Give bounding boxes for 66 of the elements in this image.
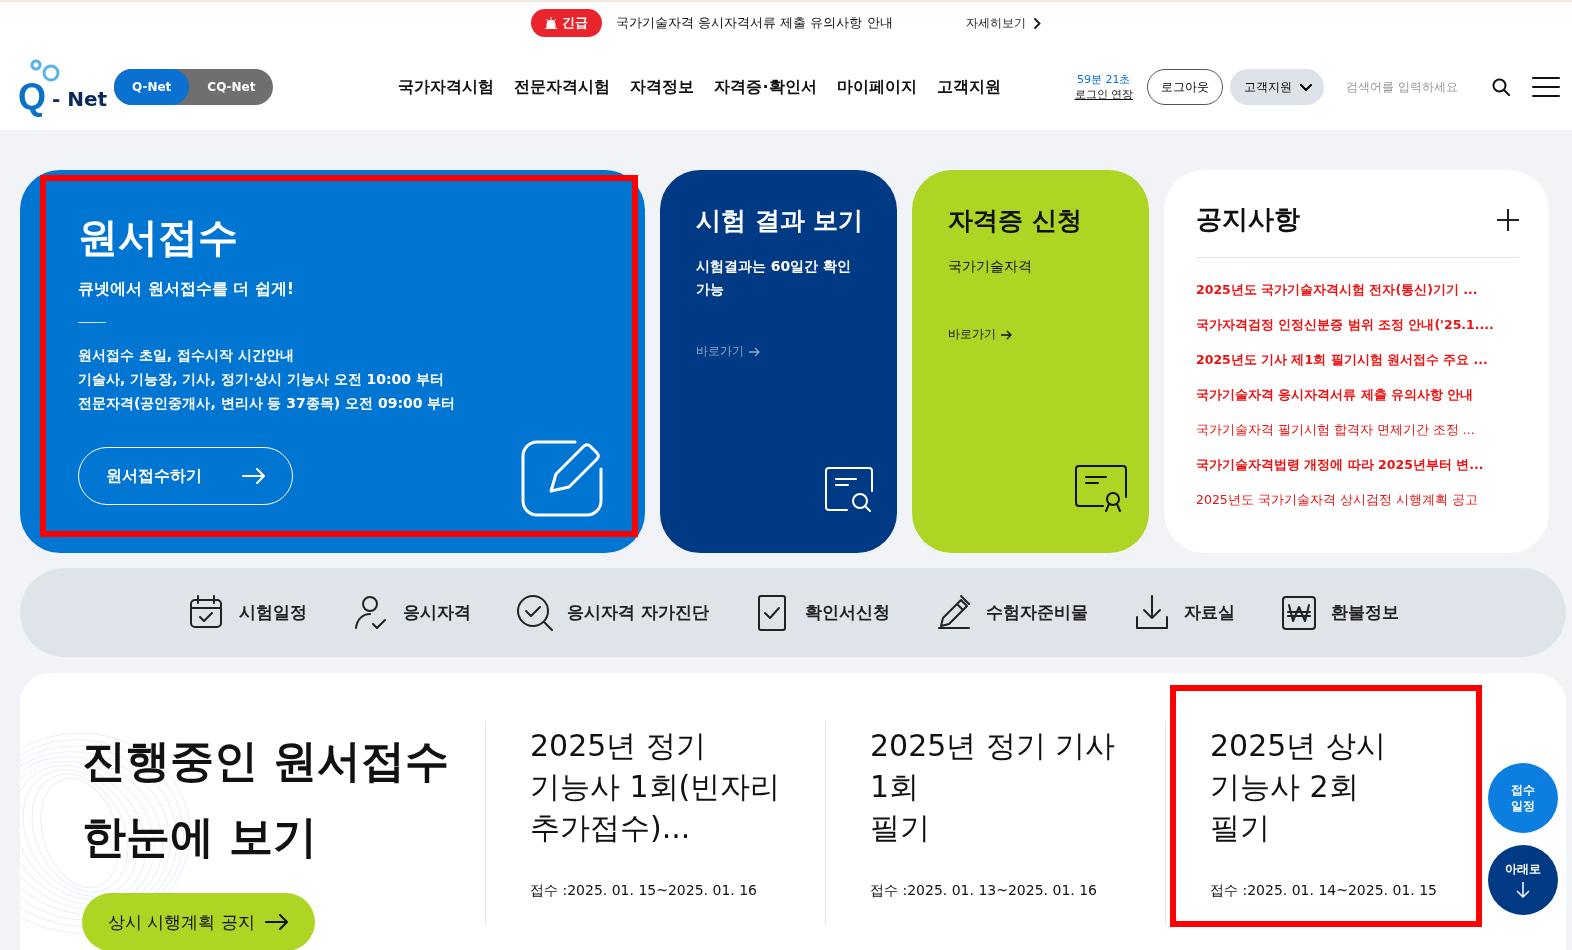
arrow-right-icon [1000, 329, 1012, 340]
quick-menu-item[interactable]: 응시자격 자가진단 [515, 592, 709, 633]
plan-notice-button[interactable]: 상시 시행계획 공지 [82, 893, 315, 950]
notice-link[interactable]: 국가기술자격법령 개정에 따라 2025년부터 변... [1196, 447, 1484, 482]
search-icon[interactable] [1492, 78, 1510, 96]
nav-link[interactable]: 국가자격시험 [398, 76, 495, 98]
exam-title[interactable]: 2025년 정기 기사 1회 필기 [870, 725, 1116, 848]
info-line: 전문자격(공인중개사, 변리사 등 37종목) 오전 09:00 부터 [78, 394, 457, 413]
nav-link[interactable]: 고객지원 [936, 76, 1001, 98]
exam-title[interactable]: 2025년 정기 기능사 1회(빈자리 추가접수)... [530, 725, 781, 848]
chevron-icon [1034, 17, 1041, 29]
plus-icon[interactable] [1497, 208, 1519, 231]
session-timer: 59분 21초 [1077, 72, 1131, 87]
license-card[interactable]: 자격증 신청 국가기술자격 바로가기 [912, 170, 1149, 553]
arrow-down-icon [1515, 881, 1531, 899]
exam-period: 접수 :2025. 01. 14~2025. 01. 15 [1210, 882, 1438, 900]
site-tab[interactable]: CQ-Net [189, 69, 274, 105]
nav-link[interactable]: 자격증·확인서 [714, 76, 817, 98]
quick-menu-item[interactable]: 시험일정 [187, 592, 308, 633]
card-title: 시험 결과 보기 [696, 205, 865, 237]
edit-icon [521, 439, 603, 517]
arrow-right-icon [264, 914, 289, 930]
card-title: 자격증 신청 [948, 205, 1083, 237]
quick-menu-item[interactable]: 수험자준비물 [933, 592, 1088, 633]
notice-link[interactable]: 국가기술자격 응시자격서류 제출 유의사항 안내 [1196, 377, 1474, 412]
card-subtitle: 국가기술자격 [948, 257, 1033, 276]
notice-link[interactable]: 2025년도 기사 제1회 필기시험 원서접수 주요 ... [1196, 342, 1488, 377]
exam-period: 접수 :2025. 01. 15~2025. 01. 16 [530, 882, 758, 900]
info-line: 기술사, 기능장, 기사, 정기·상시 기능사 오전 10:00 부터 [78, 370, 445, 389]
site-tab[interactable]: Q-Net [114, 69, 190, 105]
quick-menu-item[interactable]: 자료실 [1131, 592, 1235, 633]
logout-button[interactable]: 로그아웃 [1147, 69, 1223, 105]
notice-link[interactable]: 국가기술자격 필기시험 합격자 면제기간 조정 ... [1196, 412, 1475, 447]
card-title: 원서접수 [78, 213, 239, 262]
card-subtitle: 큐넷에서 원서접수를 더 쉽게! [78, 279, 295, 300]
notice-link[interactable]: 2025년도 국가기술자격시험 전자(통신)기기 ... [1196, 272, 1478, 307]
notice-link[interactable]: 2025년도 국가기술자격 상시검정 시행계획 공고 [1196, 482, 1478, 517]
exam-period: 접수 :2025. 01. 13~2025. 01. 16 [870, 882, 1098, 900]
chevron-down-icon [1300, 83, 1312, 91]
result-card[interactable]: 시험 결과 보기 시험결과는 60일간 확인 가능 바로가기 [660, 170, 897, 553]
shortcut-link[interactable]: 바로가기 [696, 343, 760, 360]
siren-icon [545, 17, 557, 29]
support-dropdown[interactable]: 고객지원 [1230, 69, 1324, 105]
info-line: 원서접수 초일, 접수시작 시간안내 [78, 346, 295, 365]
section-title: 진행중인 원서접수 한눈에 보기 [82, 734, 451, 864]
alert-message: 국가기술자격 응시자격서류 제출 유의사항 안내 [616, 14, 894, 32]
menu-icon[interactable] [1532, 76, 1560, 98]
shortcut-link[interactable]: 바로가기 [948, 326, 1012, 343]
certificate-icon [1075, 465, 1127, 513]
notice-link[interactable]: 국가자격검정 인정신분증 범위 조정 안내('25.1.... [1196, 307, 1494, 342]
quick-menu-item[interactable]: 확인서신청 [752, 592, 890, 633]
quick-menu-item[interactable]: 환불정보 [1278, 592, 1399, 633]
urgent-badge: 긴급 [531, 9, 602, 37]
nav-link[interactable]: 마이페이지 [836, 76, 917, 98]
nav-link[interactable]: 전문자격시험 [514, 76, 611, 98]
notice-title: 공지사항 [1196, 203, 1300, 236]
magnifier-check-icon [515, 592, 556, 633]
card-subtitle: 시험결과는 60일간 확인 가능 [696, 257, 853, 299]
arrow-right-icon [748, 346, 760, 357]
exam-title[interactable]: 2025년 상시 기능사 2회 필기 [1210, 725, 1386, 848]
extend-login-link[interactable]: 로그인 연장 [1074, 87, 1133, 102]
nav-link[interactable]: 자격정보 [630, 76, 695, 98]
more-link[interactable]: 자세히보기 [966, 14, 1041, 32]
arrow-right-icon [242, 468, 266, 484]
document-search-icon [825, 467, 875, 513]
quick-menu-item[interactable]: 응시자격 [351, 592, 472, 633]
